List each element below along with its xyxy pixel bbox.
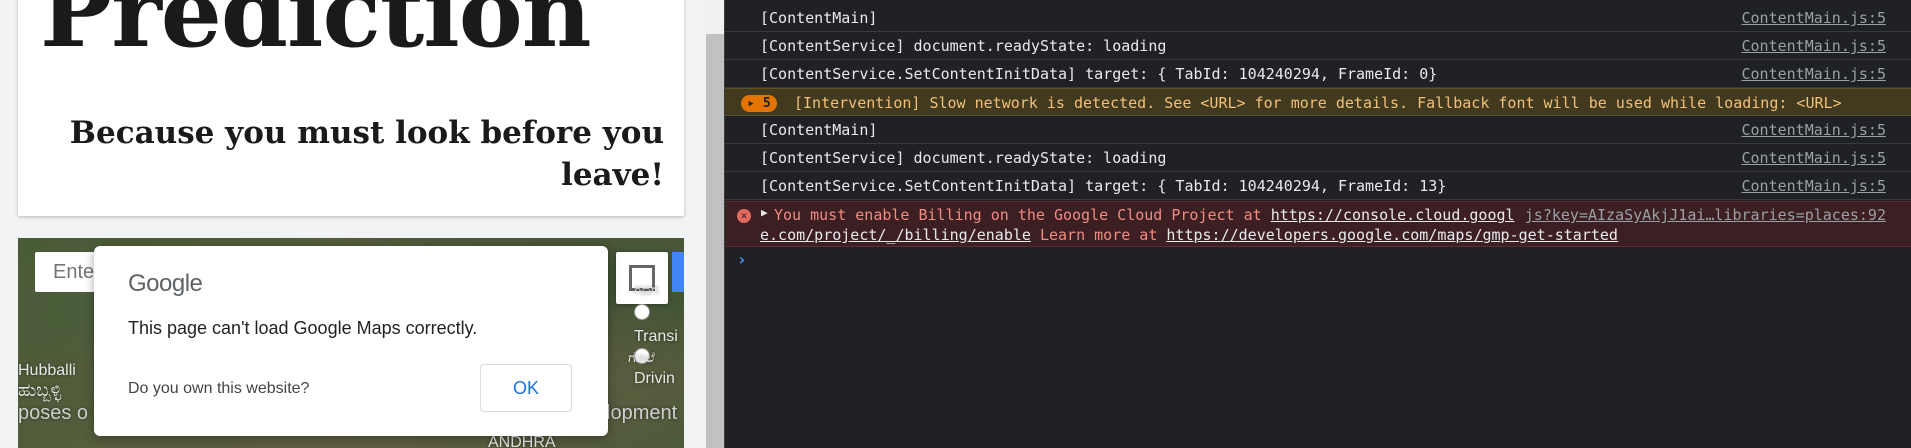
console-message-text: [ContentService.SetContentInitData] targ… bbox=[760, 177, 1447, 195]
console-source-link[interactable]: ContentMain.js:5 bbox=[1742, 177, 1887, 195]
map-label-region: ANDHRA bbox=[488, 434, 556, 448]
dialog-message: This page can't load Google Maps correct… bbox=[128, 318, 478, 338]
maps-error-dialog: Google This page can't load Google Maps … bbox=[94, 246, 608, 436]
console-message-text: [ContentMain] bbox=[760, 121, 878, 139]
map-label-city: Hubballi bbox=[18, 362, 76, 379]
console-error-row: ✕ ▶ You must enable Billing on the Googl… bbox=[725, 201, 1911, 247]
web-page-viewport: Prediction Because you must look before … bbox=[0, 0, 706, 448]
console-message-row: [ContentMain] ContentMain.js:5 bbox=[725, 4, 1911, 32]
page-scrollbar-thumb[interactable] bbox=[706, 34, 724, 448]
header-card: Prediction Because you must look before … bbox=[18, 0, 684, 216]
map-label-kannada-2: ಗೊಲೆ bbox=[628, 350, 655, 366]
warning-message-text: [Intervention] Slow network is detected.… bbox=[794, 94, 1842, 112]
console-message-row: [ContentService.SetContentInitData] targ… bbox=[725, 172, 1911, 200]
console-warning-row[interactable]: ▸ 5 [Intervention] Slow network is detec… bbox=[725, 88, 1911, 116]
console-message-text: [ContentMain] bbox=[760, 9, 878, 27]
page-title: Prediction bbox=[40, 0, 592, 69]
error-icon: ✕ bbox=[737, 209, 751, 223]
console-message-text: [ContentService.SetContentInitData] targ… bbox=[760, 65, 1438, 83]
transit-label: Transi bbox=[634, 328, 678, 345]
console-message-text: [ContentService] document.readyState: lo… bbox=[760, 37, 1167, 55]
console-message-row: [ContentMain] ContentMain.js:5 bbox=[725, 116, 1911, 144]
map-label-terms-left: poses o bbox=[18, 402, 89, 424]
console-source-link[interactable]: ContentMain.js:5 bbox=[1742, 65, 1887, 83]
error-source-link[interactable]: js?key=AIzaSyAkjJ1ai…libraries=places:92 bbox=[1525, 206, 1886, 224]
google-logo: Google bbox=[128, 270, 203, 297]
console-source-link[interactable]: ContentMain.js:5 bbox=[1742, 37, 1887, 55]
console-message-text: [ContentService] document.readyState: lo… bbox=[760, 149, 1167, 167]
error-message-line2: e.com/project/_/billing/enable Learn mor… bbox=[760, 226, 1618, 244]
map-label-terms-right: lopment bbox=[606, 402, 678, 424]
console-source-link[interactable]: ContentMain.js:5 bbox=[1742, 121, 1887, 139]
warning-count-badge[interactable]: ▸ 5 bbox=[741, 95, 777, 112]
map-search-button[interactable] bbox=[672, 252, 684, 292]
console-source-link[interactable]: ContentMain.js:5 bbox=[1742, 9, 1887, 27]
console-message-row: [ContentService] document.readyState: lo… bbox=[725, 144, 1911, 172]
devtools-console-panel: [ContentMain] ContentMain.js:5 [ContentS… bbox=[724, 0, 1911, 448]
console-source-link[interactable]: ContentMain.js:5 bbox=[1742, 149, 1887, 167]
console-prompt-icon[interactable]: › bbox=[737, 250, 747, 269]
transit-radio[interactable] bbox=[634, 304, 650, 320]
map-label-kannada-1: ಗದಗ bbox=[634, 282, 659, 298]
dialog-ok-button[interactable]: OK bbox=[480, 364, 572, 412]
dialog-question: Do you own this website? bbox=[128, 380, 310, 397]
billing-link[interactable]: https://console.cloud.googl bbox=[1271, 206, 1515, 224]
expand-arrow-icon[interactable]: ▶ bbox=[761, 206, 768, 219]
error-message-line1: You must enable Billing on the Google Cl… bbox=[774, 206, 1515, 224]
page-subtitle: Because you must look before you leave! bbox=[69, 115, 664, 193]
console-message-row: [ContentService.SetContentInitData] targ… bbox=[725, 60, 1911, 88]
driving-label: Drivin bbox=[634, 370, 675, 387]
billing-link-continued[interactable]: e.com/project/_/billing/enable bbox=[760, 226, 1031, 244]
get-started-link[interactable]: https://developers.google.com/maps/gmp-g… bbox=[1166, 226, 1618, 244]
console-message-row: [ContentService] document.readyState: lo… bbox=[725, 32, 1911, 60]
map-label-city-local: ಹುಬ್ಬಳ್ಳಿ bbox=[18, 380, 62, 401]
